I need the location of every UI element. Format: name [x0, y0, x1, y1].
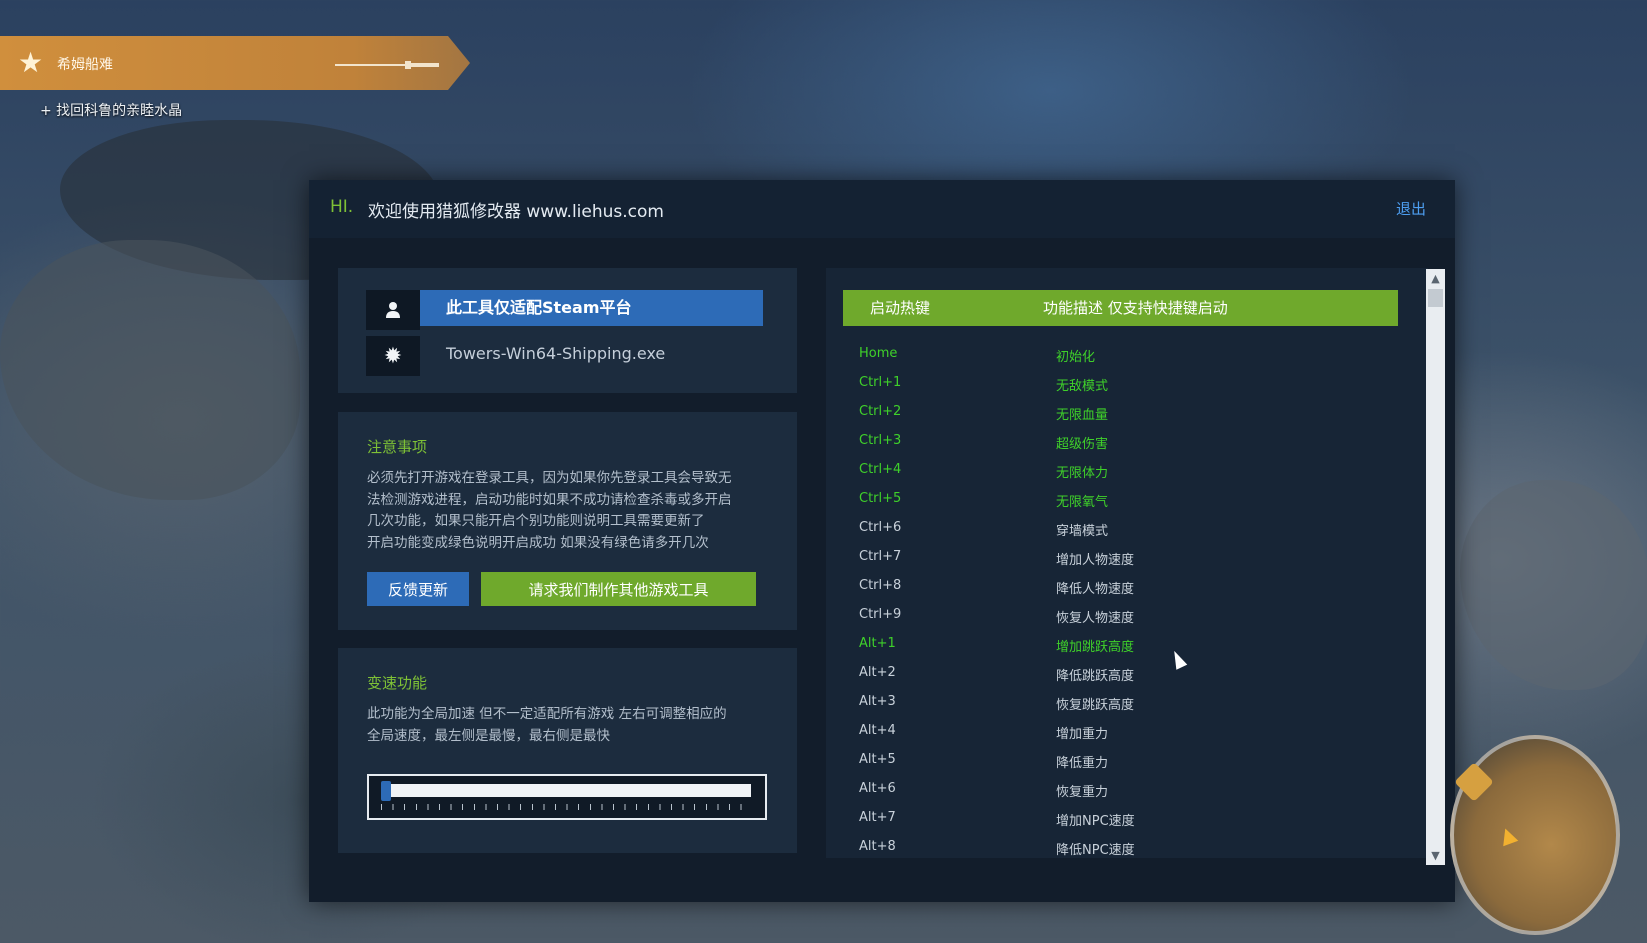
hotkey-key: Alt+5 — [859, 752, 896, 767]
hotkey-row[interactable]: Alt+1 增加跳跃高度 — [826, 630, 1406, 659]
hotkey-row[interactable]: Ctrl+4 无限体力 — [826, 456, 1406, 485]
notice-line: 法检测游戏进程，启动功能时如果不成功请检查杀毒或多开启 — [367, 491, 732, 508]
hotkey-row[interactable]: Ctrl+2 无限血量 — [826, 398, 1406, 427]
hotkey-description: 无敌模式 — [1056, 379, 1109, 394]
notice-line: 必须先打开游戏在登录工具，因为如果你先登录工具会导致无 — [367, 470, 732, 486]
gear-icon: ✹ — [366, 336, 420, 376]
hotkey-row[interactable]: Alt+5 降低重力 — [826, 746, 1406, 775]
header-description: 功能描述 仅支持快捷键启动 — [1043, 299, 1228, 317]
hotkey-description: 降低重力 — [1056, 756, 1109, 771]
hotkey-table-header: 启动热键 功能描述 仅支持快捷键启动 — [843, 290, 1398, 326]
hotkey-key: Home — [859, 346, 898, 361]
hotkey-description: 恢复重力 — [1056, 785, 1109, 800]
notice-title: 注意事项 — [367, 438, 428, 456]
hotkey-key: Ctrl+6 — [859, 520, 902, 535]
background-rock — [0, 240, 300, 500]
quest-title: 希姆船难 — [57, 57, 113, 73]
hotkey-key: Ctrl+7 — [859, 549, 902, 564]
background-rock — [1460, 480, 1647, 690]
hotkey-key: Ctrl+9 — [859, 607, 902, 622]
hotkey-key: Ctrl+8 — [859, 578, 902, 593]
quest-banner: ★ 希姆船难 — [0, 36, 470, 90]
hotkey-description: 增加人物速度 — [1056, 553, 1135, 568]
hotkey-description: 降低人物速度 — [1056, 582, 1135, 597]
welcome-text: 欢迎使用猎狐修改器 www.liehus.com — [368, 202, 664, 222]
hotkey-description: 无限血量 — [1056, 408, 1109, 423]
slider-ticks — [381, 804, 751, 810]
hotkey-row[interactable]: Alt+8 降低NPC速度 — [826, 833, 1406, 862]
hotkey-row[interactable]: Ctrl+9 恢复人物速度 — [826, 601, 1406, 630]
notice-text: 必须先打开游戏在登录工具，因为如果你先登录工具会导致无 法检测游戏进程，启动功能… — [367, 468, 767, 554]
hotkey-row[interactable]: Alt+6 恢复重力 — [826, 775, 1406, 804]
speed-text: 此功能为全局加速 但不一定适配所有游戏 左右可调整相应的 全局速度，最左侧是最慢… — [367, 704, 767, 747]
scroll-thumb[interactable] — [1428, 289, 1443, 307]
speed-panel: 变速功能 此功能为全局加速 但不一定适配所有游戏 左右可调整相应的 全局速度，最… — [338, 648, 797, 853]
hotkey-row[interactable]: Ctrl+6 穿墙模式 — [826, 514, 1406, 543]
scroll-down-icon[interactable]: ▼ — [1426, 846, 1445, 865]
hotkey-key: Alt+8 — [859, 839, 896, 854]
hotkey-row[interactable]: Ctrl+5 无限氧气 — [826, 485, 1406, 514]
hotkey-description: 超级伤害 — [1056, 437, 1109, 452]
exit-button[interactable]: 退出 — [1396, 198, 1426, 219]
hi-label: HI. — [330, 197, 354, 217]
hotkey-list: Home 初始化 Ctrl+1 无敌模式 Ctrl+2 无限血量 Ctrl+3 超级伤害 Ctr… — [826, 340, 1406, 862]
speed-slider[interactable] — [367, 774, 767, 820]
hotkey-row[interactable]: Ctrl+8 降低人物速度 — [826, 572, 1406, 601]
notice-panel: 注意事项 必须先打开游戏在登录工具，因为如果你先登录工具会导致无 法检测游戏进程… — [338, 412, 797, 630]
hotkey-description: 穿墙模式 — [1056, 524, 1109, 539]
hotkey-key: Ctrl+5 — [859, 491, 902, 506]
feedback-button[interactable]: 反馈更新 — [367, 572, 469, 606]
speed-title: 变速功能 — [367, 674, 428, 692]
hotkey-row[interactable]: Alt+7 增加NPC速度 — [826, 804, 1406, 833]
info-panel: 此工具仅适配Steam平台 ✹ Towers-Win64-Shipping.ex… — [338, 268, 797, 393]
hotkey-row[interactable]: Home 初始化 — [826, 340, 1406, 369]
slider-thumb[interactable] — [381, 781, 391, 801]
process-name: Towers-Win64-Shipping.exe — [446, 344, 666, 363]
sword-icon — [335, 61, 439, 69]
hotkey-description: 恢复跳跃高度 — [1056, 698, 1135, 713]
hotkey-key: Alt+3 — [859, 694, 896, 709]
hotkey-row[interactable]: Alt+4 增加重力 — [826, 717, 1406, 746]
hotkey-row[interactable]: Ctrl+3 超级伤害 — [826, 427, 1406, 456]
hotkey-description: 初始化 — [1056, 350, 1096, 365]
hotkey-description: 增加重力 — [1056, 727, 1109, 742]
hotkey-description: 增加NPC速度 — [1056, 814, 1135, 829]
speed-line: 此功能为全局加速 但不一定适配所有游戏 左右可调整相应的 — [367, 706, 727, 722]
hotkey-description: 无限体力 — [1056, 466, 1109, 481]
hotkey-scrollbar[interactable]: ▲ ▼ — [1426, 269, 1445, 865]
speed-line: 全局速度，最左侧是最慢，最右侧是最快 — [367, 727, 610, 744]
hotkey-row[interactable]: Ctrl+1 无敌模式 — [826, 369, 1406, 398]
hotkey-key: Alt+7 — [859, 810, 896, 825]
hotkey-key: Alt+6 — [859, 781, 896, 796]
hotkey-key: Alt+2 — [859, 665, 896, 680]
hotkey-key: Alt+4 — [859, 723, 896, 738]
request-tool-button[interactable]: 请求我们制作其他游戏工具 — [481, 572, 756, 606]
hotkey-key: Alt+1 — [859, 636, 896, 651]
trainer-window: HI. 欢迎使用猎狐修改器 www.liehus.com 退出 此工具仅适配St… — [309, 180, 1455, 902]
hotkey-description: 降低跳跃高度 — [1056, 669, 1135, 684]
hotkey-row[interactable]: Alt+2 降低跳跃高度 — [826, 659, 1406, 688]
scroll-up-icon[interactable]: ▲ — [1426, 269, 1445, 288]
hotkey-row[interactable]: Alt+3 恢复跳跃高度 — [826, 688, 1406, 717]
hotkey-panel: 启动热键 功能描述 仅支持快捷键启动 Home 初始化 Ctrl+1 无敌模式 Ctrl… — [826, 268, 1428, 858]
hotkey-description: 恢复人物速度 — [1056, 611, 1135, 626]
slider-track[interactable] — [381, 784, 751, 797]
notice-line: 开启功能变成绿色说明开启成功 如果没有绿色请多开几次 — [367, 534, 709, 551]
star-icon: ★ — [18, 46, 44, 79]
user-icon — [366, 290, 420, 330]
hotkey-row[interactable]: Ctrl+7 增加人物速度 — [826, 543, 1406, 572]
header-hotkey: 启动热键 — [870, 299, 931, 317]
hotkey-description: 降低NPC速度 — [1056, 843, 1135, 858]
hotkey-key: Ctrl+2 — [859, 404, 902, 419]
hotkey-description: 无限氧气 — [1056, 495, 1109, 510]
quest-objective: + 找回科鲁的亲睦水晶 — [40, 103, 183, 119]
platform-note: 此工具仅适配Steam平台 — [420, 290, 763, 326]
trainer-header: HI. 欢迎使用猎狐修改器 www.liehus.com 退出 — [309, 180, 1455, 238]
hotkey-key: Ctrl+3 — [859, 433, 902, 448]
hotkey-key: Ctrl+1 — [859, 375, 902, 390]
hotkey-key: Ctrl+4 — [859, 462, 902, 477]
notice-line: 几次功能，如果只能开启个别功能则说明工具需要更新了 — [367, 513, 705, 529]
hotkey-description: 增加跳跃高度 — [1056, 640, 1135, 655]
